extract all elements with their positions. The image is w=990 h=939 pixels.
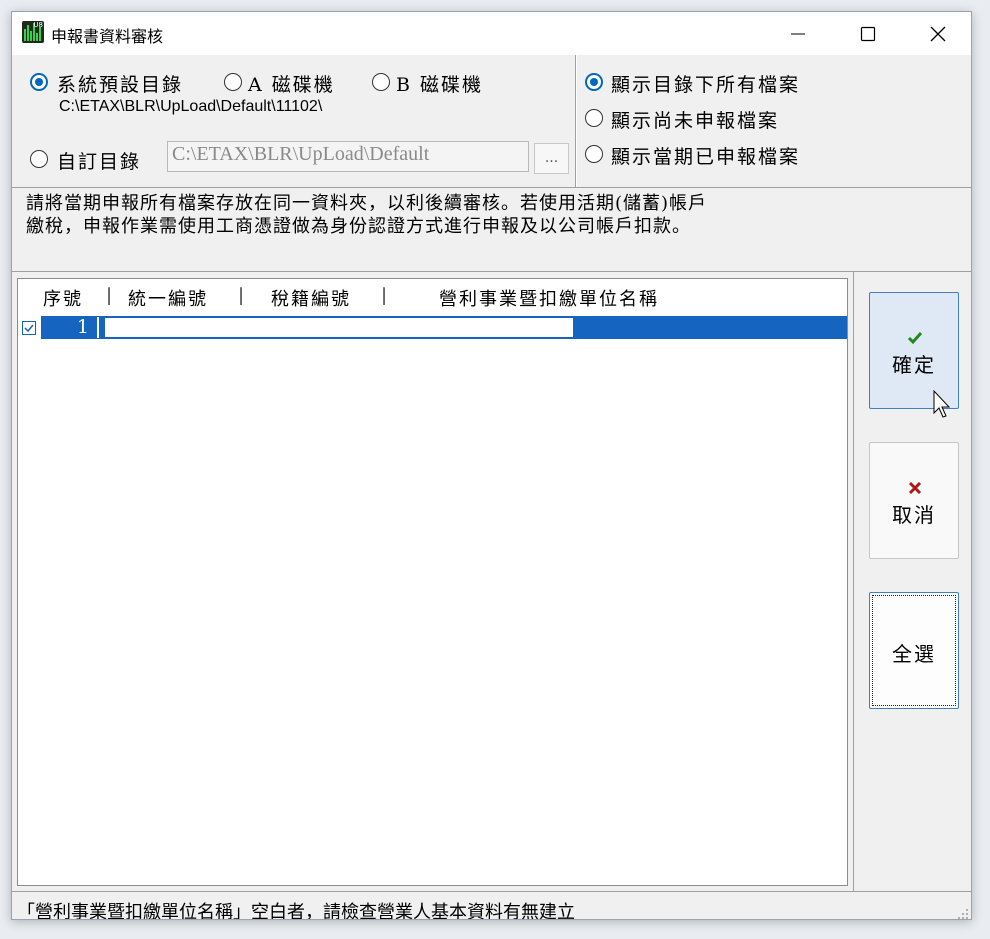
title-bar: U8 申報書資料審核	[12, 12, 971, 55]
side-divider	[853, 272, 854, 891]
radio-custom-dir[interactable]	[30, 150, 48, 168]
x-icon	[908, 481, 922, 495]
maximize-icon	[860, 26, 876, 42]
ok-label: 確定	[892, 353, 936, 377]
status-text: 「營利事業暨扣繳單位名稱」空白者，請檢查營業人基本資料有無建立	[17, 902, 575, 920]
file-list[interactable]: 序號 | 統一編號 | 稅籍編號 | 營利事業暨扣繳單位名稱 1	[17, 278, 848, 886]
radio-drive-a-label[interactable]: A 磁碟機	[248, 70, 335, 97]
radio-show-all-label[interactable]: 顯示目錄下所有檔案	[611, 70, 800, 97]
default-path: C:\ETAX\BLR\UpLoad\Default\11102\	[59, 98, 323, 115]
app-icon: U8	[22, 21, 44, 43]
select-all-button[interactable]: 全選	[869, 592, 959, 709]
column-header-tax-id[interactable]: 統一編號	[128, 285, 208, 311]
radio-show-unfiled-label[interactable]: 顯示尚未申報檔案	[611, 106, 779, 133]
check-icon	[24, 324, 34, 333]
table-row[interactable]: 1	[41, 316, 847, 339]
radio-drive-b-label[interactable]: B 磁碟機	[396, 70, 483, 97]
select-all-label: 全選	[892, 642, 936, 666]
row-seq: 1	[76, 316, 89, 338]
cancel-label: 取消	[892, 503, 936, 527]
window-title: 申報書資料審核	[51, 27, 164, 46]
radio-show-filed-label[interactable]: 顯示當期已申報檔案	[611, 142, 800, 169]
radio-custom-dir-label[interactable]: 自訂目錄	[57, 147, 141, 174]
radio-show-unfiled[interactable]	[585, 109, 603, 127]
maximize-button[interactable]	[833, 12, 903, 55]
column-header-reg-no[interactable]: 稅籍編號	[271, 285, 351, 311]
browse-button[interactable]: ...	[534, 143, 569, 174]
list-header: 序號 | 統一編號 | 稅籍編號 | 營利事業暨扣繳單位名稱	[43, 285, 659, 311]
row-name-cell	[105, 318, 573, 337]
radio-show-all[interactable]	[585, 73, 603, 91]
custom-path-input[interactable]: C:\ETAX\BLR\UpLoad\Default	[167, 141, 529, 172]
radio-system-default[interactable]	[30, 73, 48, 91]
close-button[interactable]	[903, 12, 971, 55]
cancel-button[interactable]: 取消	[869, 442, 959, 559]
minimize-button[interactable]	[763, 12, 833, 55]
dialog-window: U8 申報書資料審核 系統預設目錄 A 磁碟機 B 磁碟機 C:\ETAX\BL…	[11, 11, 972, 920]
resize-grip-icon[interactable]	[957, 908, 969, 920]
close-icon	[930, 26, 946, 42]
mouse-cursor-icon	[933, 390, 951, 418]
status-bar: 「營利事業暨扣繳單位名稱」空白者，請檢查營業人基本資料有無建立	[12, 891, 971, 920]
radio-show-filed[interactable]	[585, 145, 603, 163]
column-header-name[interactable]: 營利事業暨扣繳單位名稱	[439, 285, 659, 311]
radio-drive-b[interactable]	[372, 73, 390, 91]
radio-system-default-label[interactable]: 系統預設目錄	[57, 70, 183, 97]
info-message: 請將當期申報所有檔案存放在同一資料夾，以利後續審核。若使用活期(儲蓄)帳戶 繳稅…	[26, 193, 708, 237]
separator	[12, 271, 971, 272]
column-header-seq[interactable]: 序號	[43, 285, 83, 311]
radio-drive-a[interactable]	[224, 73, 242, 91]
checkmark-icon	[907, 332, 923, 345]
minimize-icon	[791, 33, 805, 35]
row-checkbox[interactable]	[22, 321, 36, 335]
